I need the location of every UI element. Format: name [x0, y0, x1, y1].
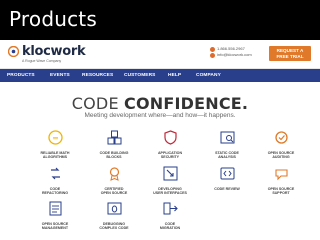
product-tile-blocks[interactable]: CODE BUILDING BLOCKS [84, 130, 144, 159]
nav-item-company[interactable]: COMPANY [196, 73, 221, 78]
math-icon: = [47, 130, 63, 145]
product-tile-management[interactable]: OPEN SOURCE MANAGEMENT [25, 201, 85, 230]
slide-title-bar: Products [0, 0, 320, 40]
product-label: OPEN SOURCE SUPPORT [267, 187, 295, 196]
product-label: OPEN SOURCE MANAGEMENT [41, 222, 69, 231]
hero-title-bold: CONFIDENCE. [124, 94, 249, 113]
product-label: CODE BUILDING BLOCKS [99, 151, 129, 160]
contact-info: 1.866.556.2967 info@klocwork.com [210, 46, 252, 58]
product-label: RELIABLE MATH ALGORITHMS [40, 151, 70, 160]
product-tile-migration[interactable]: CODE MIGRATION [140, 201, 200, 230]
nav-item-customers[interactable]: CUSTOMERS [124, 73, 155, 78]
klocwork-logo[interactable]: klocwork A Rogue Wave Company [8, 43, 88, 67]
product-tile-math[interactable]: = RELIABLE MATH ALGORITHMS [25, 130, 85, 159]
phone-icon [210, 46, 215, 52]
nav-item-events[interactable]: EVENTS [50, 73, 70, 78]
product-label: APPLICATION SECURITY [157, 151, 183, 160]
product-tile-support[interactable]: OPEN SOURCE SUPPORT [251, 166, 311, 195]
management-icon [49, 201, 61, 216]
product-label: OPEN SOURCE AUDITING [267, 151, 295, 160]
email-link[interactable]: info@klocwork.com [217, 52, 252, 58]
product-label: STATIC CODE ANALYSIS [215, 151, 239, 160]
support-icon [274, 169, 288, 181]
audit-icon [274, 131, 288, 144]
nav-item-resources[interactable]: RESOURCES [82, 73, 113, 78]
product-label: CODE REFACTORING [41, 187, 69, 196]
slide-title: Products [9, 7, 97, 31]
logo-mark-icon [8, 46, 19, 57]
product-tile-debugging[interactable]: DEBUGGING COMPLEX CODE [84, 201, 144, 230]
main-nav: PRODUCTS EVENTS RESOURCES CUSTOMERS HELP… [0, 69, 320, 82]
product-label: CERTIFIED OPEN SOURCE [100, 187, 128, 196]
ui-icon [163, 166, 177, 181]
nav-item-help[interactable]: HELP [168, 73, 181, 78]
code-review-icon [220, 167, 234, 180]
product-tile-static-analysis[interactable]: STATIC CODE ANALYSIS [197, 130, 257, 159]
product-label: CODE REVIEW [214, 187, 240, 191]
site-header: klocwork A Rogue Wave Company 1.866.556.… [0, 40, 320, 69]
product-label: CODE MIGRATION [159, 222, 181, 231]
hero: CODE CONFIDENCE. Meeting development whe… [0, 94, 320, 119]
product-tile-ui[interactable]: DEVELOPING USER INTERFACES [140, 166, 200, 195]
svg-text:=: = [52, 134, 59, 143]
product-tile-code-review[interactable]: CODE REVIEW [197, 166, 257, 191]
product-tile-certified[interactable]: CERTIFIED OPEN SOURCE [84, 166, 144, 195]
product-label: DEVELOPING USER INTERFACES [153, 187, 187, 196]
refactor-icon [50, 167, 60, 180]
brand-tagline: A Rogue Wave Company [22, 59, 62, 63]
trial-label-line2: FREE TRIAL [276, 54, 304, 59]
product-tile-refactoring[interactable]: CODE REFACTORING [25, 166, 85, 195]
nav-item-products[interactable]: PRODUCTS [7, 73, 35, 78]
product-tile-security[interactable]: APPLICATION SECURITY [140, 130, 200, 159]
hero-title: CODE CONFIDENCE. [0, 94, 320, 113]
blocks-icon [107, 130, 121, 145]
code-analysis-icon [220, 131, 234, 144]
product-tile-audit[interactable]: OPEN SOURCE AUDITING [251, 130, 311, 159]
migration-icon [163, 202, 178, 215]
email-icon [210, 52, 215, 58]
product-label: DEBUGGING COMPLEX CODE [99, 222, 129, 231]
hero-subtitle: Meeting development where—and how—it hap… [84, 112, 236, 119]
brand-name: klocwork [22, 44, 86, 59]
debug-icon [107, 202, 121, 215]
shield-icon [163, 130, 177, 145]
free-trial-button[interactable]: REQUEST A FREE TRIAL [269, 46, 311, 61]
hero-title-light: CODE [71, 94, 125, 113]
certified-icon [109, 167, 119, 181]
